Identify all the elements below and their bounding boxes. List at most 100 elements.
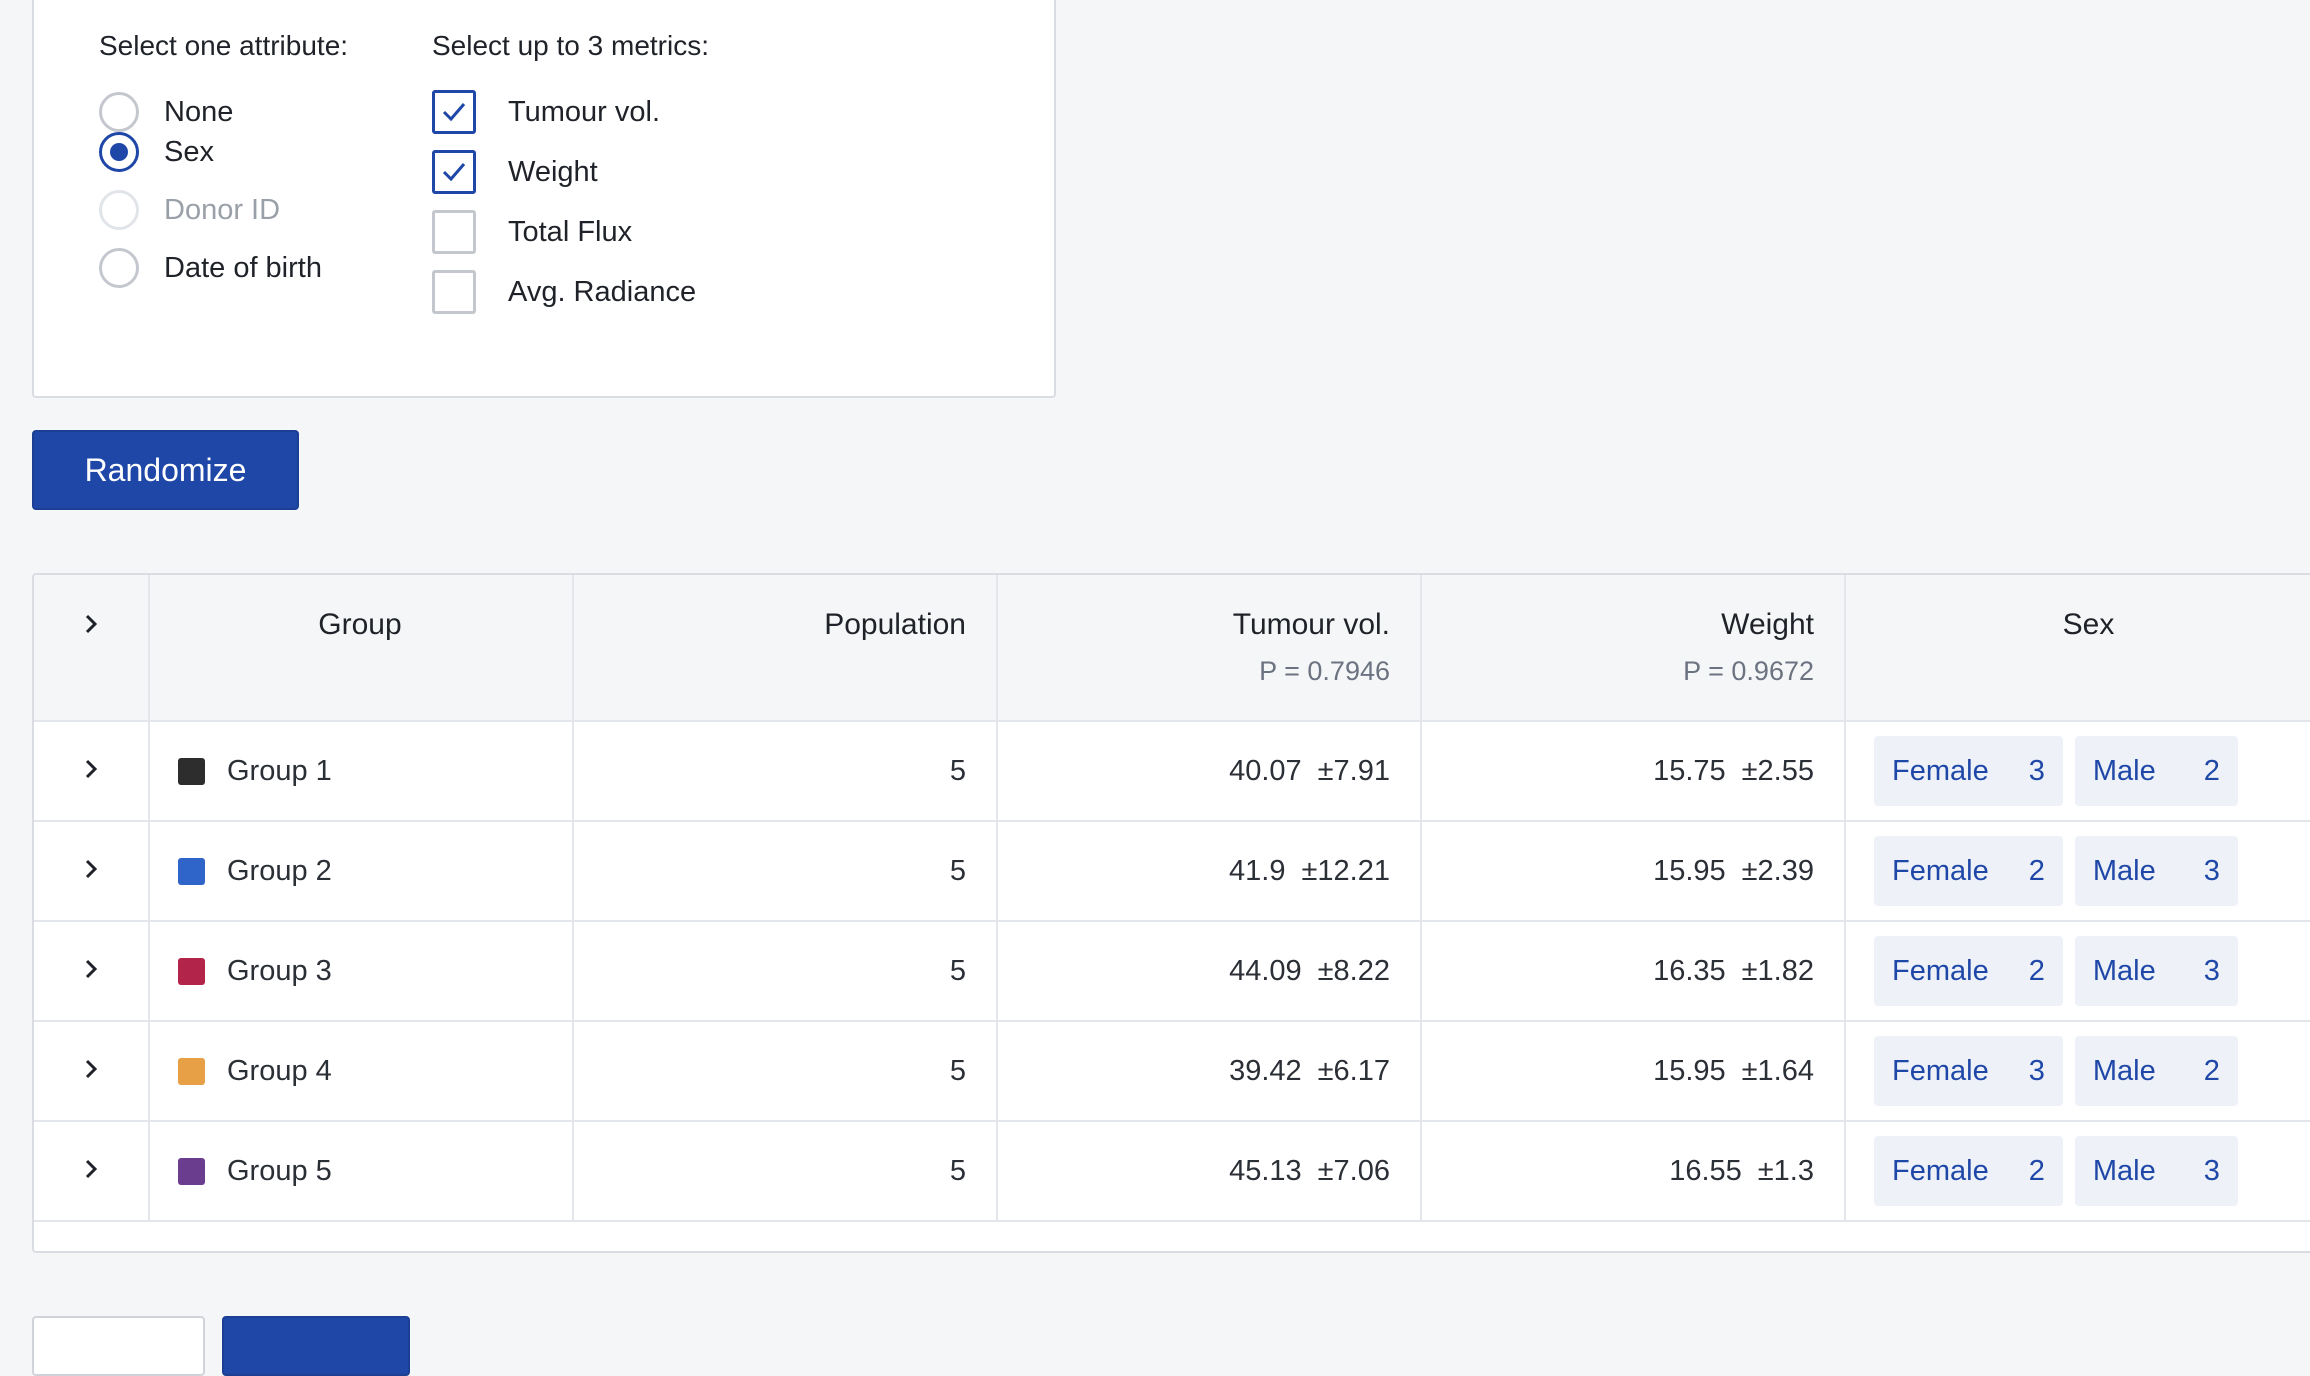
tumour-vol-cell: 39.42 ±6.17 [997, 1021, 1422, 1122]
header-weight-p-value: P = 0.9672 [1683, 656, 1814, 686]
group-color-swatch [178, 857, 205, 885]
male-label: Male [2092, 754, 2156, 787]
sex-cell: Female 3 Male 2 [1845, 721, 2310, 822]
weight-mean: 15.95 [1653, 1054, 1726, 1087]
male-tag: Male 3 [2074, 936, 2238, 1006]
weight-cell: 16.55 ±1.3 [1421, 1121, 1846, 1222]
weight-cell: 16.35 ±1.82 [1421, 921, 1846, 1022]
metric-option-label: Avg. Radiance [508, 275, 697, 308]
female-tag: Female 3 [1874, 1036, 2063, 1106]
attribute-title: Select one attribute: [99, 30, 349, 61]
attribute-option-date-of-birth[interactable]: Date of birth [99, 244, 322, 292]
female-tag: Female 2 [1874, 1136, 2063, 1206]
tumour-sd: ±6.17 [1317, 1054, 1390, 1087]
table-row: Group 4 5 39.42 ±6.17 15.95 ±1.64 Female 3 M… [34, 1021, 2310, 1122]
group-name: Group 3 [227, 954, 332, 987]
metric-option-tumour-vol[interactable]: Tumour vol. [432, 88, 660, 136]
tumour-vol-cell: 44.09 ±8.22 [997, 921, 1422, 1022]
radio-date-of-birth[interactable] [99, 248, 139, 288]
male-count: 3 [2203, 1154, 2220, 1187]
attribute-option-label: Donor ID [164, 193, 281, 226]
chevron-right-icon [85, 759, 98, 778]
group-name: Group 2 [227, 854, 332, 887]
metric-option-avg-radiance[interactable]: Avg. Radiance [432, 268, 696, 316]
population-cell: 5 [573, 921, 998, 1022]
female-count: 3 [2028, 754, 2045, 787]
weight-mean: 16.35 [1653, 954, 1726, 987]
header-sex: Sex [1845, 575, 2310, 722]
male-count: 2 [2203, 1054, 2220, 1087]
row-expand-toggle[interactable] [34, 821, 150, 922]
sex-cell: Female 3 Male 2 [1845, 1021, 2310, 1122]
selection-panel: Select one attribute: None Sex Donor ID … [32, 0, 1056, 398]
tumour-sd: ±12.21 [1301, 854, 1391, 887]
population-cell: 5 [573, 1021, 998, 1122]
radio-sex[interactable] [99, 132, 139, 172]
female-count: 3 [2028, 1054, 2045, 1087]
tumour-mean: 41.9 [1229, 854, 1286, 887]
checkbox-tumour-vol[interactable] [432, 90, 476, 134]
metric-option-total-flux[interactable]: Total Flux [432, 208, 632, 256]
female-label: Female [1892, 954, 1989, 987]
weight-cell: 15.75 ±2.55 [1421, 721, 1846, 822]
secondary-button[interactable] [32, 1316, 205, 1376]
weight-sd: ±1.64 [1741, 1054, 1814, 1087]
metric-option-label: Tumour vol. [508, 95, 661, 128]
table-row: Group 5 5 45.13 ±7.06 16.55 ±1.3 Female 2 Ma… [34, 1121, 2310, 1222]
randomize-button[interactable]: Randomize [32, 430, 299, 510]
header-population: Population [573, 575, 998, 722]
expand-all-toggle[interactable] [34, 575, 150, 722]
group-cell: Group 1 [149, 721, 574, 822]
radio-none[interactable] [99, 92, 139, 132]
attribute-option-label: Sex [164, 135, 214, 168]
checkbox-avg-radiance[interactable] [432, 270, 476, 314]
weight-sd: ±2.55 [1741, 754, 1814, 787]
tumour-mean: 45.13 [1229, 1154, 1302, 1187]
attribute-option-donor-id: Donor ID [99, 186, 280, 234]
tumour-mean: 44.09 [1229, 954, 1302, 987]
table-row: Group 2 5 41.9 ±12.21 15.95 ±2.39 Female 2 M… [34, 821, 2310, 922]
header-group: Group [149, 575, 574, 722]
tumour-sd: ±7.06 [1317, 1154, 1390, 1187]
metric-option-label: Weight [508, 155, 598, 188]
tumour-mean: 40.07 [1229, 754, 1302, 787]
weight-sd: ±2.39 [1741, 854, 1814, 887]
female-tag: Female 3 [1874, 736, 2063, 806]
header-population-label: Population [824, 608, 966, 641]
weight-mean: 15.95 [1653, 854, 1726, 887]
tumour-vol-cell: 41.9 ±12.21 [997, 821, 1422, 922]
male-tag: Male 2 [2074, 736, 2238, 806]
header-weight-label: Weight [1721, 608, 1814, 641]
male-label: Male [2092, 1054, 2156, 1087]
header-tumour-vol-label: Tumour vol. [1232, 608, 1390, 641]
attribute-option-sex[interactable]: Sex [99, 128, 214, 176]
chevron-right-icon [85, 859, 98, 878]
group-cell: Group 4 [149, 1021, 574, 1122]
group-color-swatch [178, 1057, 205, 1085]
row-expand-toggle[interactable] [34, 1021, 150, 1122]
check-icon [442, 163, 466, 182]
tumour-sd: ±8.22 [1317, 954, 1390, 987]
female-count: 2 [2028, 1154, 2045, 1187]
metric-option-weight[interactable]: Weight [432, 148, 598, 196]
female-label: Female [1892, 1054, 1989, 1087]
primary-button[interactable] [222, 1316, 410, 1376]
row-expand-toggle[interactable] [34, 921, 150, 1022]
row-expand-toggle[interactable] [34, 721, 150, 822]
female-label: Female [1892, 854, 1989, 887]
population-cell: 5 [573, 1121, 998, 1222]
groups-table: Group Population Tumour vol. P = 0.7946 … [32, 573, 2310, 1253]
chevron-right-icon [85, 1059, 98, 1078]
male-tag: Male 2 [2074, 1036, 2238, 1106]
weight-sd: ±1.82 [1741, 954, 1814, 987]
checkbox-weight[interactable] [432, 150, 476, 194]
female-tag: Female 2 [1874, 936, 2063, 1006]
male-label: Male [2092, 854, 2156, 887]
male-count: 3 [2203, 854, 2220, 887]
header-weight: Weight P = 0.9672 [1421, 575, 1846, 722]
row-expand-toggle[interactable] [34, 1121, 150, 1222]
metric-option-label: Total Flux [508, 215, 633, 248]
chevron-right-icon [85, 1159, 98, 1178]
header-group-label: Group [318, 608, 402, 641]
checkbox-total-flux[interactable] [432, 210, 476, 254]
